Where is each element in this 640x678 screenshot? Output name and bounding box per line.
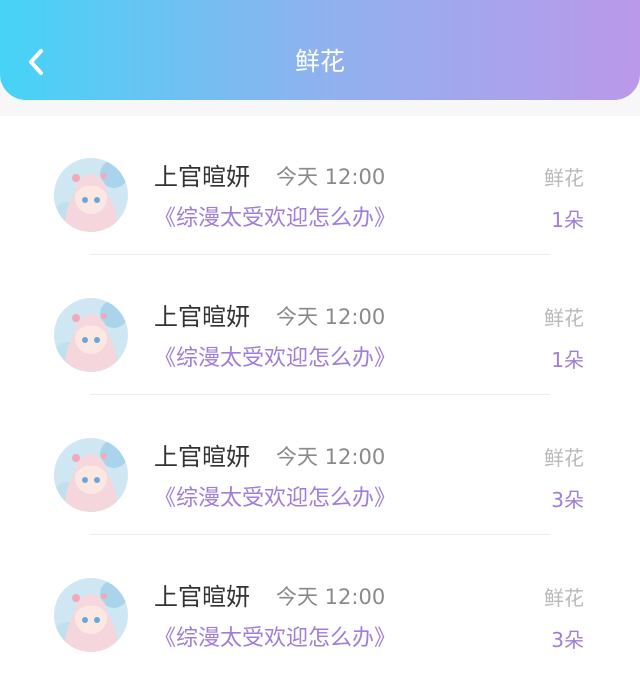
avatar[interactable] — [54, 298, 128, 372]
timestamp: 今天 12:00 — [276, 305, 386, 329]
avatar[interactable] — [54, 578, 128, 652]
divider — [90, 254, 550, 255]
list-item[interactable]: 上官暄妍 今天 12:00 《综漫太受欢迎怎么办》 鲜花 3朵 — [0, 396, 640, 536]
gift-record-list: 上官暄妍 今天 12:00 《综漫太受欢迎怎么办》 鲜花 1朵 上官暄妍 今天 … — [0, 116, 640, 678]
book-title-link[interactable]: 《综漫太受欢迎怎么办》 — [154, 622, 396, 656]
gift-count: 3朵 — [551, 628, 584, 652]
header-bar: 鲜花 — [0, 0, 640, 100]
book-title-link[interactable]: 《综漫太受欢迎怎么办》 — [154, 342, 396, 376]
book-title-link[interactable]: 《综漫太受欢迎怎么办》 — [154, 482, 396, 516]
divider — [90, 534, 550, 535]
avatar-image — [54, 298, 128, 372]
gift-type-label: 鲜花 — [544, 586, 584, 610]
gift-type-label: 鲜花 — [544, 306, 584, 330]
list-item[interactable]: 上官暄妍 今天 12:00 《综漫太受欢迎怎么办》 鲜花 1朵 — [0, 256, 640, 396]
timestamp: 今天 12:00 — [276, 165, 386, 189]
gift-type-label: 鲜花 — [544, 446, 584, 470]
avatar-image — [54, 158, 128, 232]
sender-name: 上官暄妍 — [154, 303, 250, 331]
avatar-image — [54, 438, 128, 512]
avatar[interactable] — [54, 438, 128, 512]
gift-count: 3朵 — [551, 488, 584, 512]
sender-name: 上官暄妍 — [154, 163, 250, 191]
book-title-link[interactable]: 《综漫太受欢迎怎么办》 — [154, 202, 396, 236]
list-item[interactable]: 上官暄妍 今天 12:00 《综漫太受欢迎怎么办》 鲜花 1朵 — [0, 116, 640, 256]
gift-type-label: 鲜花 — [544, 166, 584, 190]
avatar[interactable] — [54, 158, 128, 232]
gift-count: 1朵 — [551, 348, 584, 372]
list-item[interactable]: 上官暄妍 今天 12:00 《综漫太受欢迎怎么办》 鲜花 3朵 — [0, 536, 640, 676]
page-title: 鲜花 — [294, 47, 345, 76]
divider — [90, 394, 550, 395]
timestamp: 今天 12:00 — [276, 585, 386, 609]
sender-name: 上官暄妍 — [154, 443, 250, 471]
sender-name: 上官暄妍 — [154, 583, 250, 611]
gift-count: 1朵 — [551, 208, 584, 232]
avatar-image — [54, 578, 128, 652]
timestamp: 今天 12:00 — [276, 445, 386, 469]
